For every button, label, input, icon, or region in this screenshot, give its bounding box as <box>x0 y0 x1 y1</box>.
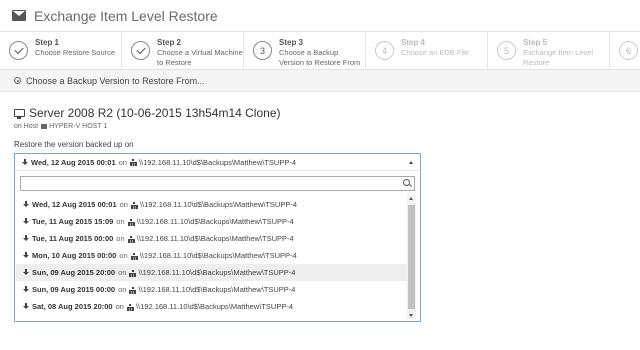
selected-path: \\192.168.11.10\d$\Backups\Matthew\TSUPP… <box>138 157 297 167</box>
step-6: 6 <box>610 32 640 70</box>
download-icon <box>23 218 29 225</box>
title-bar: Exchange Item Level Restore <box>0 0 640 32</box>
option-date: Sat, 08 Aug 2015 20:00 <box>32 302 113 311</box>
network-icon <box>129 269 137 277</box>
step-label: Step 3 <box>279 38 304 47</box>
step-4: 4 Step 4 Choose an EDB File <box>366 32 488 70</box>
option-date: Wed, 12 Aug 2015 00:01 <box>32 200 117 209</box>
download-icon <box>23 235 29 242</box>
option-path: \\192.168.11.10\d$\Backups\Matthew\TSUPP… <box>139 200 298 209</box>
step-desc: Exchange Item Level Restore <box>523 48 594 67</box>
step-number: 5 <box>497 41 516 60</box>
dropdown-selected[interactable]: Wed, 12 Aug 2015 00:01 on \\192.168.11.1… <box>15 154 420 171</box>
scrollbar-thumb[interactable] <box>408 205 415 309</box>
step-desc: Choose an EDB File <box>401 48 469 57</box>
dropdown-options: Wed, 12 Aug 2015 00:01 on \\192.168.11.1… <box>16 196 408 315</box>
radio-dot-icon <box>14 77 21 84</box>
option-on: on <box>116 234 125 243</box>
download-icon <box>22 158 28 166</box>
checkmark-icon <box>9 41 28 60</box>
host-info: on Host HYPER-V HOST 1 <box>14 123 107 130</box>
download-icon <box>23 303 29 310</box>
download-icon <box>23 252 29 259</box>
host-name: HYPER-V HOST 1 <box>49 123 108 130</box>
option-on: on <box>118 285 127 294</box>
server-heading: Server 2008 R2 (10-06-2015 13h54m14 Clon… <box>14 106 281 120</box>
envelope-icon <box>12 10 26 21</box>
option-on: on <box>115 302 124 311</box>
network-icon <box>127 218 135 226</box>
step-number: 3 <box>253 41 272 60</box>
option-on: on <box>116 217 125 226</box>
search-icon <box>403 179 410 186</box>
step-5: 5 Step 5 Exchange Item Level Restore <box>488 32 610 70</box>
network-icon <box>126 303 134 311</box>
step-number: 4 <box>375 41 394 60</box>
network-icon <box>129 286 137 294</box>
list-item[interactable]: Wed, 12 Aug 2015 00:01 on \\192.168.11.1… <box>16 196 408 213</box>
step-desc: Choose a Backup Version to Restore From <box>279 48 361 67</box>
option-path: \\192.168.11.10\d$\Backups\Matthew\TSUPP… <box>139 251 297 260</box>
network-icon <box>130 252 138 260</box>
restore-version-label: Restore the version backed up on <box>14 140 134 149</box>
caret-up-icon[interactable] <box>409 161 413 164</box>
option-date: Mon, 10 Aug 2015 00:00 <box>32 251 117 260</box>
step-label: Step 4 <box>401 38 426 47</box>
checkmark-icon <box>131 41 150 60</box>
step-label: Step 1 <box>35 38 60 47</box>
step-1[interactable]: Step 1 Choose Restore Source <box>0 32 122 70</box>
hyperv-icon <box>41 124 48 129</box>
dropdown-search-input[interactable] <box>20 176 415 191</box>
section-header-text: Choose a Backup Version to Restore From.… <box>26 75 205 86</box>
scroll-up-icon[interactable] <box>409 197 413 200</box>
network-icon <box>130 201 138 209</box>
scroll-down-icon[interactable] <box>409 314 413 317</box>
list-item[interactable]: Tue, 11 Aug 2015 00:00 on \\192.168.11.1… <box>16 230 408 247</box>
option-path: \\192.168.11.10\d$\Backups\Matthew\TSUPP… <box>136 234 294 243</box>
list-item[interactable]: Sun, 09 Aug 2015 00:00 on \\192.168.11.1… <box>16 281 408 298</box>
option-date: Tue, 11 Aug 2015 15:09 <box>32 217 114 226</box>
step-3[interactable]: 3 Step 3 Choose a Backup Version to Resto… <box>244 32 366 70</box>
option-date: Tue, 11 Aug 2015 00:00 <box>32 234 114 243</box>
selected-date: Wed, 12 Aug 2015 00:01 <box>31 157 116 167</box>
server-name: Server 2008 R2 (10-06-2015 13h54m14 Clon… <box>29 106 281 120</box>
option-on: on <box>119 251 128 260</box>
step-number: 6 <box>619 41 638 60</box>
download-icon <box>23 201 29 208</box>
step-label: Step 5 <box>523 38 548 47</box>
option-path: \\192.168.11.10\d$\Backups\Matthew\TSUPP… <box>138 268 296 277</box>
step-desc: Choose Restore Source <box>35 48 116 57</box>
option-path: \\192.168.11.10\d$\Backups\Matthew\TSUPP… <box>136 217 294 226</box>
option-on: on <box>119 200 128 209</box>
option-date: Sun, 09 Aug 2015 20:00 <box>32 268 116 277</box>
network-icon <box>129 159 137 166</box>
option-path: \\192.168.11.10\d$\Backups\Matthew\TSUPP… <box>138 285 296 294</box>
download-icon <box>23 269 29 276</box>
network-icon <box>127 235 135 243</box>
monitor-icon <box>14 109 25 119</box>
dropdown-scrollbar[interactable] <box>407 195 416 319</box>
step-2[interactable]: Step 2 Choose a Virtual Machine to Restor… <box>122 32 244 70</box>
backup-version-dropdown[interactable]: Wed, 12 Aug 2015 00:01 on \\192.168.11.1… <box>14 153 421 322</box>
window-title: Exchange Item Level Restore <box>34 7 218 24</box>
step-desc: Choose a Virtual Machine to Restore <box>157 48 243 67</box>
step-label: Step 2 <box>157 38 182 47</box>
wizard-steps: Step 1 Choose Restore Source Step 2 Choose… <box>0 32 640 70</box>
list-item[interactable]: Mon, 10 Aug 2015 00:00 on \\192.168.11.1… <box>16 247 408 264</box>
list-item[interactable]: Sat, 08 Aug 2015 20:00 on \\192.168.11.1… <box>16 298 408 315</box>
option-date: Sun, 09 Aug 2015 00:00 <box>32 285 116 294</box>
host-prefix: on Host <box>14 123 39 130</box>
option-on: on <box>118 268 127 277</box>
selected-on: on <box>118 157 127 167</box>
option-path: \\192.168.11.10\d$\Backups\Matthew\TSUPP… <box>135 302 293 311</box>
list-item[interactable]: Tue, 11 Aug 2015 15:09 on \\192.168.11.1… <box>16 213 408 230</box>
list-item-hovered[interactable]: Sun, 09 Aug 2015 20:00 on \\192.168.11.1… <box>16 264 408 281</box>
download-icon <box>23 286 29 293</box>
section-header: Choose a Backup Version to Restore From.… <box>0 70 640 92</box>
